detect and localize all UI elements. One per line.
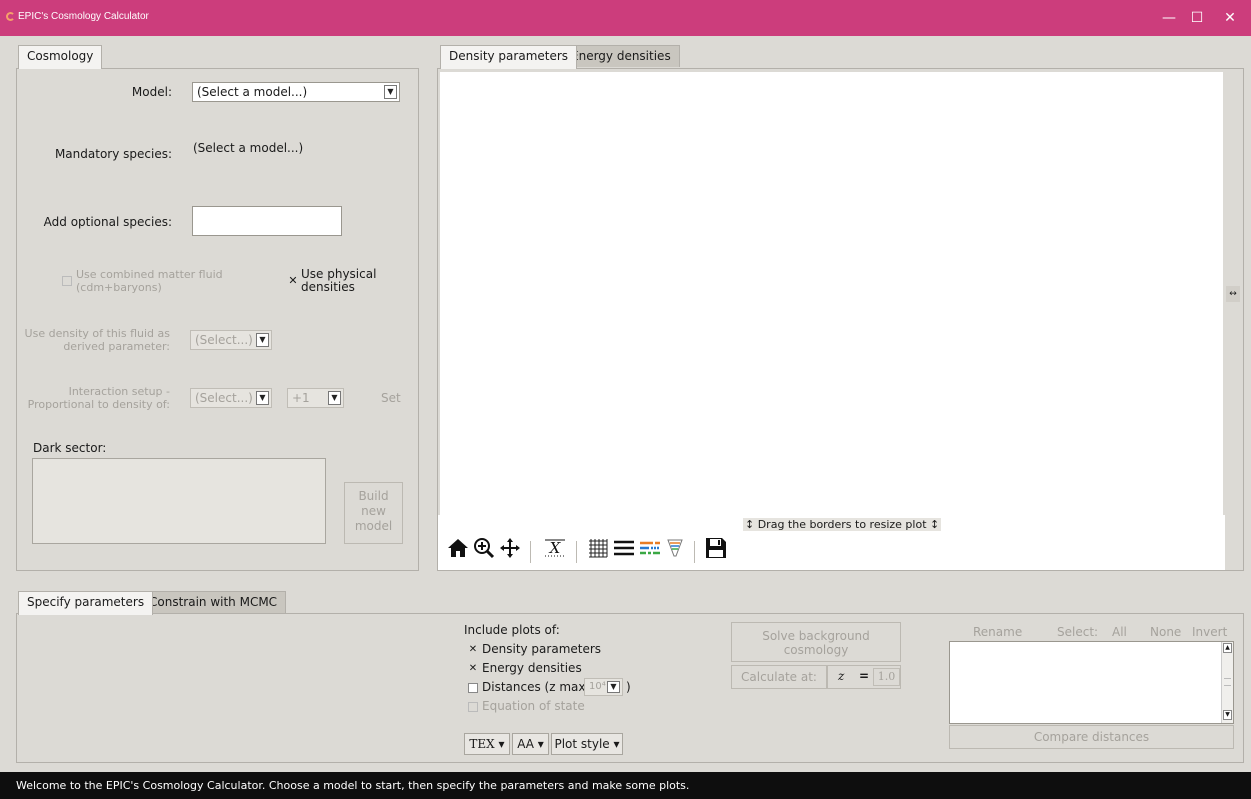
distances-close: ) bbox=[626, 680, 631, 694]
energy-densities-label: Energy densities bbox=[482, 661, 582, 675]
equals-sign: = bbox=[859, 669, 870, 683]
model-select[interactable]: (Select a model...) ▼ bbox=[192, 82, 400, 102]
tab-specify-parameters[interactable]: Specify parameters bbox=[18, 591, 154, 615]
density-parameters-checkbox[interactable]: ✕ bbox=[468, 645, 478, 655]
close-button[interactable]: ✕ bbox=[1213, 4, 1247, 32]
filter-icon[interactable] bbox=[664, 537, 686, 564]
derived-parameter-select[interactable]: (Select...) ▼ bbox=[190, 330, 272, 350]
tab-cosmology[interactable]: Cosmology bbox=[18, 45, 103, 69]
compare-distances-button[interactable]: Compare distances bbox=[949, 725, 1234, 749]
rename-button[interactable]: Rename bbox=[973, 625, 1022, 639]
title-bar: EPIC's Cosmology Calculator — ☐ ✕ bbox=[0, 0, 1251, 36]
include-plots-label: Include plots of: bbox=[464, 623, 560, 637]
energy-densities-checkbox[interactable]: ✕ bbox=[468, 664, 478, 674]
density-parameters-label: Density parameters bbox=[482, 642, 602, 656]
physical-densities-label: Use physical densities bbox=[301, 267, 377, 294]
plot-canvas[interactable] bbox=[440, 72, 1223, 515]
build-model-button[interactable]: Build new model bbox=[344, 482, 403, 544]
scroll-down-icon[interactable]: ▼ bbox=[1223, 710, 1232, 720]
select-label: Select: bbox=[1057, 625, 1099, 639]
dark-sector-label: Dark sector: bbox=[33, 441, 107, 455]
z-input-group: z = 1.0 bbox=[827, 665, 901, 689]
font-size-button[interactable]: AA ▾ bbox=[512, 733, 549, 755]
distances-label: Distances (z max: bbox=[482, 680, 590, 694]
plot-style-label: Plot style bbox=[554, 737, 610, 751]
status-bar: Welcome to the EPIC's Cosmology Calculat… bbox=[0, 772, 1251, 799]
chevron-down-icon: ▼ bbox=[328, 391, 341, 405]
set-button[interactable]: Set bbox=[381, 391, 401, 405]
build-model-label: Build new model bbox=[354, 489, 393, 533]
chevron-down-icon: ▼ bbox=[607, 681, 620, 693]
distances-checkbox[interactable] bbox=[468, 683, 478, 693]
side-resize-bar[interactable]: ↔ bbox=[1226, 72, 1240, 515]
plot-panel: ↔ ↕ Drag the borders to resize plot ↕ X bbox=[437, 68, 1244, 571]
interaction-sign-select[interactable]: +1 ▼ bbox=[287, 388, 344, 408]
side-resize-handle[interactable]: ↔ bbox=[1226, 286, 1240, 302]
lines-icon[interactable] bbox=[612, 537, 636, 564]
model-label: Model: bbox=[131, 85, 172, 99]
toolbar-separator bbox=[530, 541, 531, 563]
optional-species-input[interactable] bbox=[192, 206, 342, 236]
save-icon[interactable] bbox=[704, 537, 728, 564]
z-value-input[interactable]: 1.0 bbox=[873, 668, 900, 686]
solve-background-button[interactable]: Solve background cosmology bbox=[731, 622, 901, 662]
select-all-button[interactable]: All bbox=[1112, 625, 1127, 639]
toolbar-separator bbox=[694, 541, 695, 563]
physical-densities-checkbox[interactable]: ✕ bbox=[288, 275, 298, 286]
chevron-down-icon: ▼ bbox=[384, 85, 397, 99]
combined-matter-label: Use combined matter fluid (cdm+baryons) bbox=[76, 268, 223, 294]
optional-species-label: Add optional species: bbox=[43, 215, 172, 229]
chevron-down-icon: ▼ bbox=[256, 333, 269, 347]
plot-toolbar-area: ↕ Drag the borders to resize plot ↕ X bbox=[438, 515, 1225, 570]
chevron-down-icon: ▼ bbox=[256, 391, 269, 405]
mandatory-species-value: (Select a model...) bbox=[193, 141, 304, 155]
zoom-icon[interactable] bbox=[472, 537, 496, 564]
cosmology-panel: Model: (Select a model...) ▼ Mandatory s… bbox=[16, 68, 419, 571]
select-invert-button[interactable]: Invert bbox=[1192, 625, 1227, 639]
parameters-panel: Include plots of: ✕ Density parameters ✕… bbox=[16, 613, 1244, 763]
tab-constrain-mcmc[interactable]: Constrain with MCMC bbox=[140, 591, 287, 613]
derived-parameter-value: (Select...) bbox=[195, 333, 253, 347]
plot-style-button[interactable]: Plot style ▾ bbox=[551, 733, 623, 755]
combined-matter-checkbox[interactable] bbox=[62, 276, 72, 286]
window-title: EPIC's Cosmology Calculator bbox=[18, 11, 149, 22]
zmax-select[interactable]: 10⁴ ▼ bbox=[584, 678, 623, 696]
tab-energy-densities[interactable]: Energy densities bbox=[562, 45, 680, 67]
toolbar-separator bbox=[576, 541, 577, 563]
equation-of-state-label: Equation of state bbox=[482, 699, 585, 713]
interaction-fluid-value: (Select...) bbox=[195, 391, 253, 405]
grid-icon[interactable] bbox=[586, 537, 610, 564]
tab-density-parameters[interactable]: Density parameters bbox=[440, 45, 578, 69]
font-size-label: AA bbox=[517, 737, 534, 751]
tex-button[interactable]: TEX ▾ bbox=[464, 733, 510, 755]
results-list[interactable]: ▲ ▼ bbox=[949, 641, 1234, 724]
solve-background-label: Solve background cosmology bbox=[762, 629, 870, 657]
maximize-button[interactable]: ☐ bbox=[1180, 4, 1214, 32]
z-symbol: z bbox=[838, 669, 845, 683]
legend-icon[interactable] bbox=[638, 537, 662, 564]
mandatory-species-label: Mandatory species: bbox=[54, 147, 172, 161]
tex-label: TEX bbox=[469, 737, 495, 751]
x-axis-icon[interactable]: X bbox=[541, 537, 569, 564]
svg-text:X: X bbox=[549, 539, 562, 557]
derived-parameter-label: Use density of this fluid as derived par… bbox=[24, 327, 170, 353]
calculate-at-button[interactable]: Calculate at: bbox=[731, 665, 827, 689]
interaction-setup-label: Interaction setup - Proportional to dens… bbox=[27, 385, 170, 411]
scroll-up-icon[interactable]: ▲ bbox=[1223, 643, 1232, 653]
app-icon bbox=[6, 12, 15, 21]
scroll-grip-icon bbox=[1224, 678, 1231, 686]
results-scrollbar[interactable]: ▲ ▼ bbox=[1221, 642, 1233, 723]
resize-hint[interactable]: ↕ Drag the borders to resize plot ↕ bbox=[743, 518, 942, 531]
interaction-sign-value: +1 bbox=[292, 391, 310, 405]
select-none-button[interactable]: None bbox=[1150, 625, 1181, 639]
zmax-value: 10⁴ bbox=[589, 681, 606, 692]
model-select-value: (Select a model...) bbox=[197, 85, 308, 99]
pan-icon[interactable] bbox=[498, 537, 522, 564]
home-icon[interactable] bbox=[446, 537, 470, 564]
interaction-fluid-select[interactable]: (Select...) ▼ bbox=[190, 388, 272, 408]
equation-of-state-checkbox[interactable] bbox=[468, 702, 478, 712]
dark-sector-area[interactable] bbox=[32, 458, 326, 544]
